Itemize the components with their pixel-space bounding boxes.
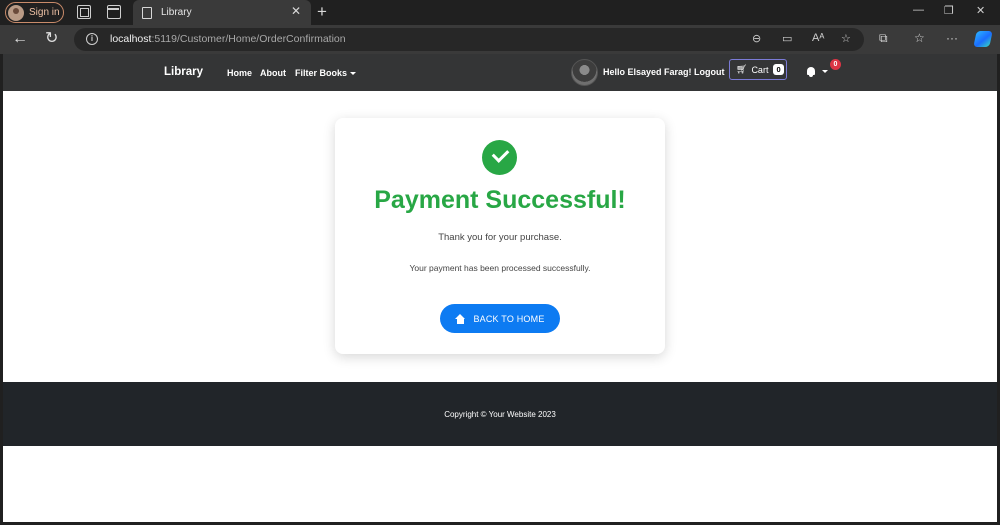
url-text: localhost:5119/Customer/Home/OrderConfir… xyxy=(110,33,346,45)
immersive-reader-icon[interactable]: ▭ xyxy=(782,32,792,45)
navbar-brand[interactable]: Library xyxy=(164,66,203,78)
sign-in-button[interactable]: Sign in xyxy=(5,2,64,23)
address-bar[interactable]: i localhost:5119/Customer/Home/OrderConf… xyxy=(74,28,864,51)
url-path: :5119/Customer/Home/OrderConfirmation xyxy=(151,33,346,45)
profile-avatar-icon xyxy=(8,4,24,21)
browser-tab-library[interactable]: Library ✕ xyxy=(133,0,311,25)
caret-down-icon xyxy=(350,72,357,76)
success-title: Payment Successful! xyxy=(374,186,626,214)
confirmation-card: Payment Successful! Thank you for your p… xyxy=(335,118,665,354)
back-to-home-button[interactable]: BACK TO HOME xyxy=(440,304,560,333)
tab-actions-icon[interactable] xyxy=(107,5,121,19)
new-tab-icon[interactable]: + xyxy=(317,2,327,22)
favorite-star-icon[interactable]: ☆ xyxy=(841,32,851,45)
back-to-home-label: BACK TO HOME xyxy=(473,313,545,324)
cart-label: Cart xyxy=(751,64,769,75)
close-tab-icon[interactable]: ✕ xyxy=(291,4,301,18)
url-host: localhost xyxy=(110,33,152,45)
site-info-icon[interactable]: i xyxy=(86,33,98,45)
payment-processed-text: Your payment has been processed successf… xyxy=(409,263,591,273)
nav-dropdown-filter-books[interactable]: Filter Books xyxy=(295,68,357,78)
logout-link[interactable]: Logout xyxy=(694,67,725,77)
bell-icon[interactable] xyxy=(806,67,816,77)
restore-icon[interactable]: ❐ xyxy=(944,4,954,17)
zoom-icon[interactable]: ⊖ xyxy=(752,32,761,45)
tab-title: Library xyxy=(161,7,192,18)
caret-down-icon[interactable] xyxy=(822,70,828,73)
notification-count-badge: 0 xyxy=(830,59,841,70)
sign-in-label: Sign in xyxy=(29,7,60,18)
minimize-icon[interactable]: — xyxy=(913,4,924,16)
site-footer: Copyright © Your Website 2023 xyxy=(3,382,997,446)
browser-toolbar: ← ↻ i localhost:5119/Customer/Home/Order… xyxy=(0,25,1000,54)
cart-button[interactable]: 🛒︎ Cart 0 xyxy=(729,59,787,80)
user-greeting: Hello Elsayed Farag! xyxy=(603,67,692,77)
browser-tab-strip: Sign in Library ✕ + — ❐ ✕ xyxy=(0,0,1000,25)
site-navbar: Library Home About Filter Books Hello El… xyxy=(3,54,997,91)
back-arrow-icon[interactable]: ← xyxy=(12,29,28,49)
refresh-icon[interactable]: ↻ xyxy=(45,29,58,49)
read-aloud-icon[interactable]: Aᴬ xyxy=(812,32,824,44)
copyright-text: Copyright © Your Website 2023 xyxy=(444,410,556,419)
favorites-icon[interactable]: ☆ xyxy=(914,31,925,45)
web-page: Library Home About Filter Books Hello El… xyxy=(3,54,997,522)
shopping-cart-icon: 🛒︎ xyxy=(736,64,748,74)
workspaces-icon[interactable] xyxy=(77,5,91,19)
nav-link-about[interactable]: About xyxy=(260,68,286,78)
extensions-icon[interactable]: ⧉ xyxy=(879,31,888,46)
thank-you-text: Thank you for your purchase. xyxy=(438,232,562,243)
close-window-icon[interactable]: ✕ xyxy=(976,4,985,17)
more-options-icon[interactable]: ··· xyxy=(946,31,958,45)
filter-books-label: Filter Books xyxy=(295,68,348,78)
check-circle-icon xyxy=(482,140,517,175)
page-icon xyxy=(142,6,152,19)
user-avatar xyxy=(571,59,598,86)
cart-count-badge: 0 xyxy=(773,64,784,75)
nav-link-home[interactable]: Home xyxy=(227,68,252,78)
home-icon xyxy=(455,313,466,324)
